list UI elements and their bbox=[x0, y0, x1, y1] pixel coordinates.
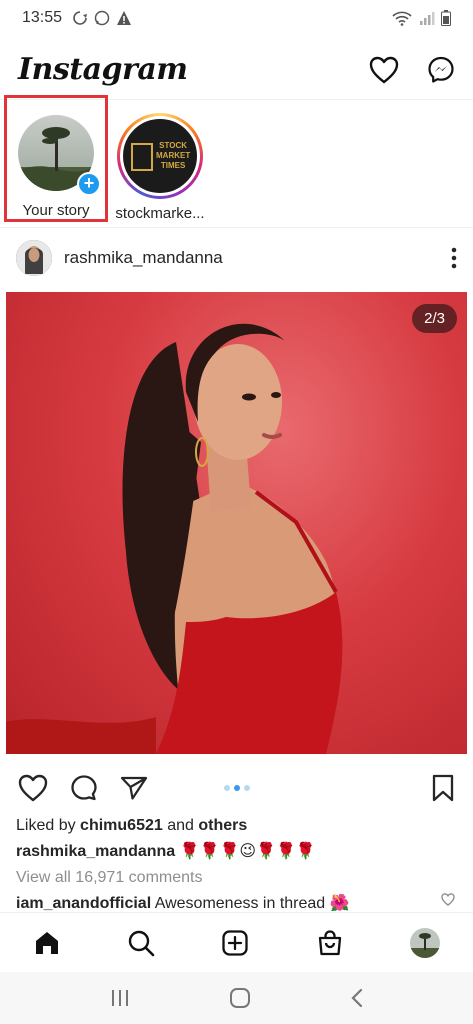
story-your-story[interactable]: + Your story bbox=[4, 95, 108, 222]
warning-icon bbox=[117, 11, 132, 25]
comment-icon[interactable] bbox=[70, 774, 98, 802]
bottom-nav bbox=[0, 912, 473, 972]
caption-text: 🌹🌹🌹😉🌹🌹🌹 bbox=[175, 843, 316, 860]
home-button-icon[interactable] bbox=[229, 987, 251, 1009]
caption-username[interactable]: rashmika_mandanna bbox=[16, 843, 175, 860]
like-heart-icon[interactable] bbox=[18, 774, 48, 802]
add-story-icon[interactable]: + bbox=[77, 172, 101, 196]
recent-apps-icon[interactable] bbox=[110, 989, 130, 1007]
liked-by-line: Liked by chimu6521 and others bbox=[16, 813, 461, 839]
comment-username[interactable]: iam_anandofficial bbox=[16, 895, 151, 912]
liked-by-others[interactable]: others bbox=[198, 817, 247, 834]
caption-line: rashmika_mandanna 🌹🌹🌹😉🌹🌹🌹 bbox=[16, 839, 461, 865]
post-username[interactable]: rashmika_mandanna bbox=[64, 248, 223, 268]
post-image[interactable]: 2/3 bbox=[6, 292, 467, 754]
carousel-dot bbox=[244, 785, 250, 791]
story-label: Your story bbox=[22, 202, 90, 219]
post-text-area: Liked by chimu6521 and others rashmika_m… bbox=[16, 813, 461, 917]
new-post-icon[interactable] bbox=[221, 929, 249, 957]
logo-text-line: MARKET bbox=[156, 151, 191, 160]
logo-text-line: TIMES bbox=[160, 161, 186, 170]
story-label: stockmarke... bbox=[115, 205, 205, 222]
system-nav-bar bbox=[0, 972, 473, 1024]
carousel-dot-active bbox=[234, 785, 240, 791]
heart-icon[interactable] bbox=[369, 56, 399, 84]
wifi-icon bbox=[392, 11, 412, 26]
signal-icon bbox=[420, 12, 435, 25]
search-icon[interactable] bbox=[127, 929, 155, 957]
post-photo bbox=[6, 323, 343, 754]
view-comments-link[interactable]: View all 16,971 comments bbox=[16, 865, 461, 891]
liked-by-and: and bbox=[162, 817, 199, 834]
battery-icon bbox=[441, 10, 451, 26]
comment-text: Awesomeness in thread 🌺 bbox=[151, 895, 350, 912]
author-photo-icon bbox=[16, 240, 52, 276]
more-options-icon[interactable] bbox=[451, 247, 457, 269]
whatsapp-icon bbox=[94, 10, 110, 26]
status-time: 13:55 bbox=[22, 9, 63, 26]
shop-icon[interactable] bbox=[316, 929, 344, 957]
instagram-logo: Instagram bbox=[18, 52, 188, 87]
carousel-dot bbox=[224, 785, 230, 791]
sm-logo-mark bbox=[131, 143, 153, 171]
liked-by-user[interactable]: chimu6521 bbox=[80, 817, 163, 834]
app-header: Instagram bbox=[0, 40, 473, 100]
image-counter: 2/3 bbox=[412, 304, 457, 333]
stockmarket-avatar: STOCK MARKET TIMES bbox=[117, 113, 203, 199]
messenger-icon[interactable] bbox=[427, 56, 455, 84]
comment-like-icon[interactable] bbox=[441, 893, 455, 906]
back-icon[interactable] bbox=[350, 988, 364, 1008]
your-story-avatar: + bbox=[13, 110, 101, 196]
post-header: rashmika_mandanna bbox=[0, 232, 473, 284]
liked-by-prefix: Liked by bbox=[16, 817, 81, 834]
carousel-dots bbox=[224, 785, 250, 791]
profile-tree-icon bbox=[409, 927, 440, 958]
logo-text-line: STOCK bbox=[159, 141, 188, 150]
stories-tray: + Your story STOCK MARKET TIMES stockmar… bbox=[0, 95, 473, 228]
post-actions bbox=[0, 768, 473, 808]
sync-icon bbox=[73, 11, 88, 25]
stockmarket-logo: STOCK MARKET TIMES bbox=[120, 116, 200, 196]
story-stockmarket[interactable]: STOCK MARKET TIMES stockmarke... bbox=[108, 104, 212, 222]
post-author-avatar[interactable] bbox=[16, 240, 52, 276]
status-bar: 13:55 bbox=[0, 0, 473, 36]
save-bookmark-icon[interactable] bbox=[431, 774, 455, 802]
home-icon[interactable] bbox=[33, 929, 61, 957]
share-icon[interactable] bbox=[120, 775, 148, 801]
profile-avatar[interactable] bbox=[409, 927, 440, 958]
